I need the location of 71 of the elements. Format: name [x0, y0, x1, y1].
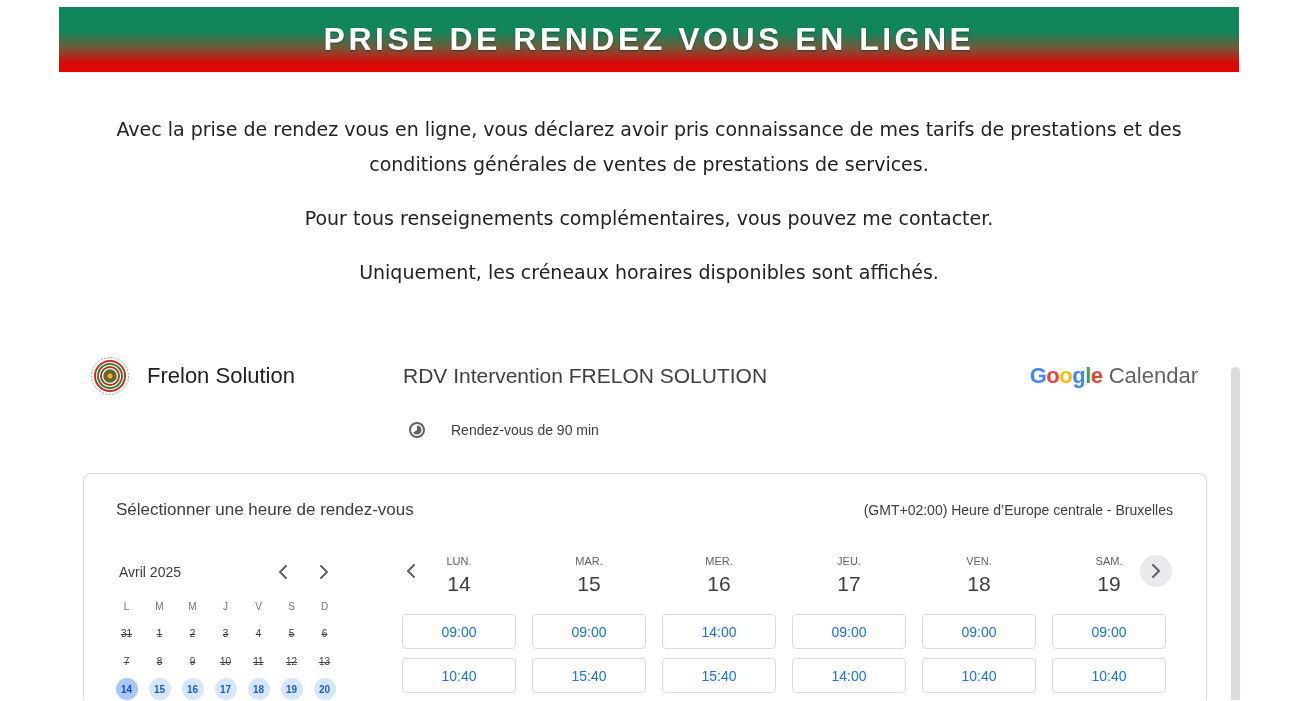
time-slot-button[interactable]: 09:00	[922, 614, 1036, 649]
month-label: Avril 2025	[119, 564, 182, 580]
weekday-initial: J	[222, 600, 229, 612]
timer-icon	[409, 422, 425, 438]
day-number: 17	[837, 572, 861, 596]
calendar-day[interactable]: 11	[247, 650, 270, 672]
chevron-left-icon	[279, 565, 287, 579]
time-slot-button[interactable]: 10:40	[402, 658, 516, 693]
intro-paragraph: Avec la prise de rendez vous en ligne, vous déclarez avoir pris connaissance de mes tarifs de prestations et des conditions générales de ventes de prestations de services.	[115, 117, 1183, 177]
weekday-label: MAR.	[575, 554, 603, 568]
day-number: 18	[967, 572, 991, 596]
title-banner: PRISE DE RENDEZ VOUS EN LIGNE	[59, 7, 1239, 72]
scrollbar-thumb[interactable]	[1231, 367, 1240, 700]
calendar-day[interactable]: 7	[115, 650, 138, 672]
time-slot-button[interactable]: 14:00	[792, 658, 906, 693]
business-name: Frelon Solution	[147, 363, 295, 389]
time-slot-button[interactable]: 09:00	[402, 614, 516, 649]
chevron-left-icon	[407, 564, 415, 578]
calendar-day[interactable]: 1	[148, 622, 171, 644]
calendar-day[interactable]: 20	[313, 678, 336, 700]
weekday-label: JEU.	[837, 554, 861, 568]
time-slot-button[interactable]: 09:00	[1052, 614, 1166, 649]
weekday-initial: D	[319, 600, 330, 612]
day-number: 15	[577, 572, 601, 596]
time-slot-button[interactable]: 10:40	[1052, 658, 1166, 693]
calendar-day[interactable]: 4	[247, 622, 270, 644]
calendar-day[interactable]: 31	[115, 622, 138, 644]
calendar-day[interactable]: 8	[148, 650, 171, 672]
calendar-day[interactable]: 17	[214, 678, 237, 700]
google-calendar-logo: Google Calendar	[1029, 363, 1199, 389]
appointment-title: RDV Intervention FRELON SOLUTION	[403, 364, 769, 388]
timezone-label: (GMT+02:00) Heure d’Europe centrale - Bruxelles	[863, 502, 1173, 518]
time-slot-button[interactable]: 09:00	[792, 614, 906, 649]
weekday-label: MER.	[705, 554, 733, 568]
day-number: 14	[447, 572, 471, 596]
calendar-day[interactable]: 3	[214, 622, 237, 644]
weekday-initial: V	[254, 600, 263, 612]
duration-label: Rendez-vous de 90 min	[451, 422, 599, 438]
calendar-day[interactable]: 14	[115, 678, 138, 700]
calendar-day[interactable]: 16	[181, 678, 204, 700]
time-slot-button[interactable]: 15:40	[532, 658, 646, 693]
calendar-day[interactable]: 9	[181, 650, 204, 672]
day-number: 19	[1097, 572, 1121, 596]
calendar-day[interactable]: 18	[247, 678, 270, 700]
weekday-initial: M	[154, 600, 165, 612]
weekday-initial: M	[187, 600, 198, 612]
time-slot-button[interactable]: 14:00	[662, 614, 776, 649]
weekday-label: SAM.	[1095, 554, 1123, 568]
calendar-day[interactable]: 10	[214, 650, 237, 672]
weekday-label: LUN.	[446, 554, 472, 568]
calendar-day[interactable]: 6	[313, 622, 336, 644]
weekday-initial: S	[287, 600, 296, 612]
time-slot-button[interactable]: 10:40	[922, 658, 1036, 693]
intro-paragraph: Uniquement, les créneaux horaires disponibles sont affichés.	[358, 260, 940, 285]
weekday-label: VEN.	[966, 554, 992, 568]
calendar-day[interactable]: 2	[181, 622, 204, 644]
calendar-day[interactable]: 13	[313, 650, 336, 672]
chevron-right-icon	[1152, 564, 1160, 578]
day-number: 16	[707, 572, 731, 596]
chevron-right-icon	[320, 565, 328, 579]
calendar-day[interactable]: 15	[148, 678, 171, 700]
weekday-initial: L	[122, 600, 131, 612]
calendar-day[interactable]: 19	[280, 678, 303, 700]
calendar-day[interactable]: 12	[280, 650, 303, 672]
ring-target-logo	[90, 356, 130, 396]
time-slot-button[interactable]: 15:40	[662, 658, 776, 693]
intro-paragraph: Pour tous renseignements complémentaires, vous pouvez me contacter.	[303, 206, 995, 231]
time-slot-button[interactable]: 09:00	[532, 614, 646, 649]
calendar-day[interactable]: 5	[280, 622, 303, 644]
section-heading: Sélectionner une heure de rendez-vous	[116, 500, 414, 520]
next-week-button[interactable]	[1140, 555, 1172, 587]
